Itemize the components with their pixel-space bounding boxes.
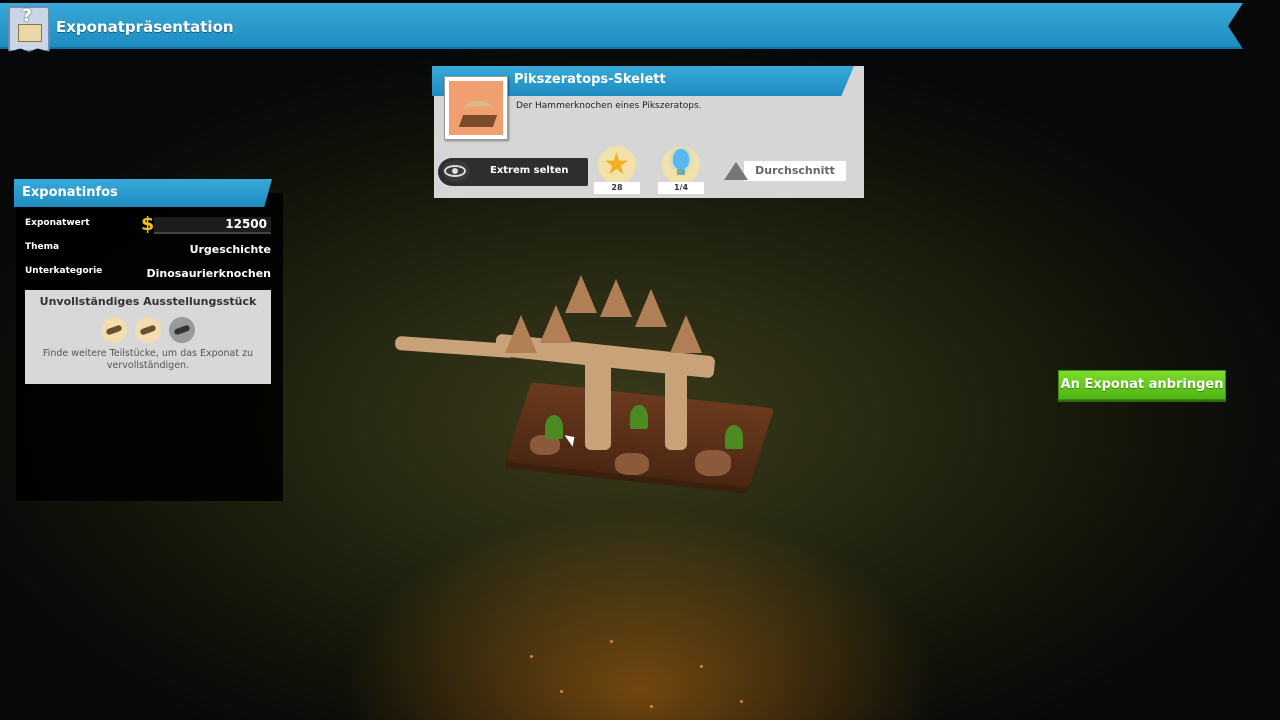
fern-decoration: [725, 425, 743, 449]
exhibit-description: Der Hammerknochen eines Pikszeratops.: [516, 101, 702, 111]
theme-value: Urgeschichte: [189, 243, 271, 256]
pyramid-icon: [724, 162, 748, 180]
leg-bone: [585, 355, 611, 450]
quality-indicator: Durchschnitt: [724, 160, 848, 182]
rarity-badge: Extrem selten: [438, 158, 588, 186]
theme-label: Thema: [25, 242, 60, 252]
incomplete-hint: Finde weitere Teilstücke, um das Exponat…: [42, 348, 254, 371]
rock-decoration: [695, 450, 731, 476]
ember-particle: [610, 640, 613, 643]
missing-fossil-piece-icon: [169, 317, 195, 343]
ember-particle: [530, 655, 533, 658]
incomplete-title: Unvollständiges Ausstellungsstück: [39, 295, 257, 308]
back-plate: [505, 315, 537, 353]
top-banner: Exponatpräsentation: [0, 3, 1243, 49]
exhibit-thumbnail: [444, 76, 508, 140]
dollar-icon: $: [141, 213, 155, 235]
fossil-piece-icon: [135, 317, 161, 343]
back-plate: [635, 289, 667, 327]
subcategory-label: Unterkategorie: [25, 266, 103, 276]
value-bar: 12500: [154, 217, 271, 234]
idea-count: 1/4: [658, 182, 704, 194]
exhibit-value: 12500: [225, 217, 267, 231]
subcategory-value: Dinosaurierknochen: [146, 267, 271, 280]
exhibit-info-panel: Exponatinfos Exponatwert 12500 $ Thema U…: [14, 179, 283, 501]
back-plate: [600, 279, 632, 317]
back-plate: [670, 315, 702, 353]
lightbulb-icon: [662, 146, 700, 184]
dinosaur-skeleton-model[interactable]: [394, 275, 775, 520]
quality-label: Durchschnitt: [744, 161, 846, 181]
attach-exhibit-button[interactable]: An Exponat anbringen: [1058, 370, 1226, 400]
back-plate: [565, 275, 597, 313]
star-icon: ★: [598, 146, 636, 184]
rock-decoration: [615, 453, 649, 475]
leg-bone: [665, 365, 687, 450]
fossil-piece-icon: [101, 317, 127, 343]
incomplete-exhibit-box: Unvollständiges Ausstellungsstück Finde …: [25, 290, 271, 384]
exhibit-card: Pikszeratops-Skelett Der Hammerknochen e…: [432, 66, 864, 198]
rarity-label: Extrem selten: [490, 165, 569, 176]
page-title: Exponatpräsentation: [56, 18, 234, 36]
star-count: 28: [594, 182, 640, 194]
ember-particle: [700, 665, 703, 668]
ember-particle: [560, 690, 563, 693]
info-panel-title: Exponatinfos: [22, 185, 118, 200]
info-panel-header: Exponatinfos: [14, 179, 272, 207]
ember-particle: [740, 700, 743, 703]
star-stat: ★ 28: [594, 146, 640, 194]
eye-icon: [442, 160, 470, 182]
question-box-icon: ?: [8, 6, 50, 52]
idea-stat: 1/4: [658, 146, 704, 194]
ember-particle: [650, 705, 653, 708]
fern-decoration: [545, 415, 563, 439]
exhibit-title: Pikszeratops-Skelett: [514, 72, 666, 87]
fern-decoration: [630, 405, 648, 429]
value-label: Exponatwert: [25, 218, 90, 228]
